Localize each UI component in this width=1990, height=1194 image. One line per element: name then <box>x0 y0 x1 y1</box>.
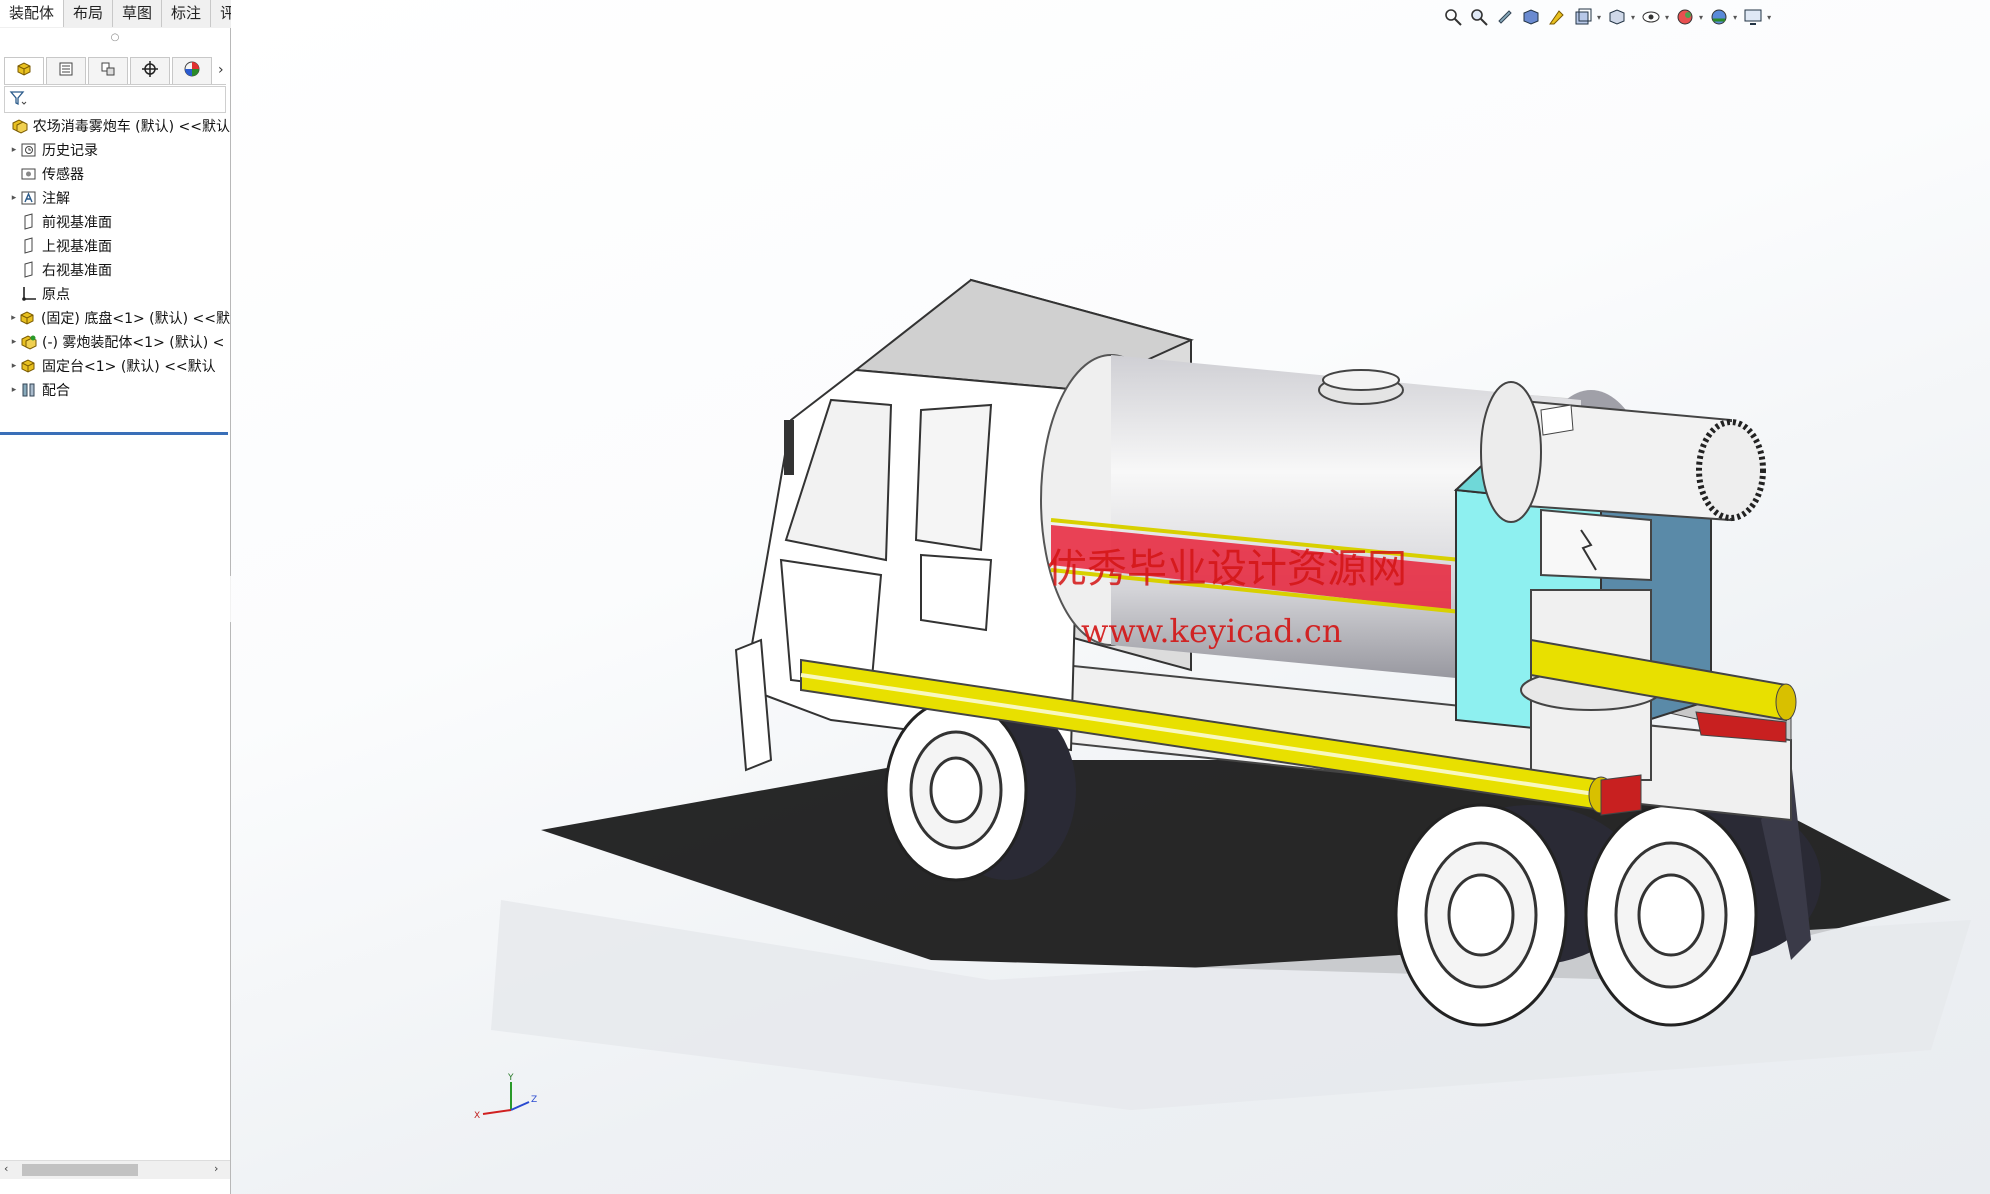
tree-node-label: (-) 雾炮装配体<1> (默认) < <box>42 335 225 351</box>
property-manager-icon <box>57 60 75 82</box>
tree-root[interactable]: 农场消毒雾炮车 (默认) <<默认 <box>0 114 230 138</box>
tree-item-1[interactable]: 传感器 <box>0 162 230 186</box>
tree-node-label: 固定台<1> (默认) <<默认 <box>42 359 216 375</box>
watermark-url: www.keyicad.cn <box>1081 612 1343 650</box>
tree-node-label: 右视基准面 <box>42 263 112 279</box>
tree-item-6[interactable]: 原点 <box>0 282 230 306</box>
tab-1[interactable]: 布局 <box>64 0 114 27</box>
tree-item-10[interactable]: ▸ 配合 <box>0 378 230 402</box>
tree-item-7[interactable]: ▸ (固定) 底盘<1> (默认) <<默 <box>0 306 230 330</box>
plane-icon <box>20 213 38 231</box>
plane-icon <box>20 261 38 279</box>
feature-manager-panel: ○ › 农场消毒雾炮车 (默认) <<默认 ▸ 历史记录 传感器 ▸ 注解 前视… <box>0 28 231 1194</box>
origin-icon <box>20 285 38 303</box>
expand-arrow-icon[interactable]: ▸ <box>8 145 20 155</box>
panel-grip[interactable]: ○ <box>0 32 230 43</box>
tree-item-3[interactable]: 前视基准面 <box>0 210 230 234</box>
expand-arrow-icon[interactable]: ▸ <box>8 361 20 371</box>
tree-node-label: 注解 <box>42 191 70 207</box>
truck-model <box>491 278 1971 1110</box>
scroll-left-icon[interactable]: ‹ <box>4 1162 8 1175</box>
configuration-manager-icon <box>99 60 117 82</box>
expand-arrow-icon[interactable]: ▸ <box>8 313 19 323</box>
rollback-bar[interactable] <box>0 432 228 435</box>
tree-node-label: 农场消毒雾炮车 (默认) <<默认 <box>32 119 230 135</box>
tab-2[interactable]: 草图 <box>113 0 163 27</box>
tree-item-5[interactable]: 右视基准面 <box>0 258 230 282</box>
dimxpert-manager-icon <box>141 60 159 82</box>
horizontal-scrollbar[interactable]: ‹ › <box>0 1160 230 1179</box>
history-icon <box>20 141 38 159</box>
tree-node-label: 上视基准面 <box>42 239 112 255</box>
tab-3[interactable]: 标注 <box>162 0 212 27</box>
assembly-icon <box>11 117 29 135</box>
tree-filter[interactable] <box>4 86 226 113</box>
expand-arrow-icon[interactable]: ▸ <box>8 337 20 347</box>
tree-node-label: (固定) 底盘<1> (默认) <<默 <box>40 311 230 327</box>
triad-z-axis <box>510 1101 530 1111</box>
triad-y-label: Y <box>507 1073 514 1083</box>
scroll-thumb[interactable] <box>22 1164 138 1176</box>
tree-item-9[interactable]: ▸ 固定台<1> (默认) <<默认 <box>0 354 230 378</box>
reference-triad: Y X Z <box>474 1073 537 1121</box>
plane-icon <box>20 237 38 255</box>
watermark-title: 优秀毕业设计资源网 <box>1047 546 1407 592</box>
feature-manager-icon <box>15 60 33 82</box>
tree-node-label: 传感器 <box>42 167 84 183</box>
expand-arrow-icon[interactable]: ▸ <box>8 385 20 395</box>
tab-dimxpert-manager[interactable] <box>130 56 170 84</box>
mates-icon <box>20 381 38 399</box>
filter-icon <box>5 89 27 111</box>
triad-z-label: Z <box>531 1095 537 1105</box>
tree-node-label: 原点 <box>42 287 70 303</box>
tab-0[interactable]: 装配体 <box>0 0 65 27</box>
triad-x-axis <box>482 1109 512 1115</box>
tree-item-4[interactable]: 上视基准面 <box>0 234 230 258</box>
display-manager-icon <box>183 60 201 82</box>
subassembly-icon <box>20 333 38 351</box>
part-icon <box>19 309 37 327</box>
tree-item-8[interactable]: ▸ (-) 雾炮装配体<1> (默认) < <box>0 330 230 354</box>
tab-display-manager[interactable] <box>172 56 212 84</box>
sensor-icon <box>20 165 38 183</box>
panel-tab-strip: › <box>4 56 226 85</box>
tree-item-2[interactable]: ▸ 注解 <box>0 186 230 210</box>
tab-feature-manager[interactable] <box>4 56 44 84</box>
tab-configuration-manager[interactable] <box>88 56 128 84</box>
part-icon <box>20 357 38 375</box>
more-tabs-chevron-icon[interactable]: › <box>218 62 224 78</box>
feature-tree: 农场消毒雾炮车 (默认) <<默认 ▸ 历史记录传感器 ▸ 注解前视基准面上视基准面右视… <box>0 114 230 402</box>
scroll-right-icon[interactable]: › <box>214 1162 218 1175</box>
expand-arrow-icon[interactable]: ▸ <box>8 193 20 203</box>
graphics-area[interactable]: ▾ ▾ ▾ ▾ ▾ ▾ 优秀毕业设计资源网 www.keyicad.cn Y X… <box>231 0 1990 1194</box>
triad-x-label: X <box>474 1111 480 1121</box>
tree-node-label: 历史记录 <box>42 143 98 159</box>
tab-property-manager[interactable] <box>46 56 86 84</box>
annotation-icon <box>20 189 38 207</box>
tree-item-0[interactable]: ▸ 历史记录 <box>0 138 230 162</box>
tree-node-label: 前视基准面 <box>42 215 112 231</box>
tree-node-label: 配合 <box>42 383 70 399</box>
